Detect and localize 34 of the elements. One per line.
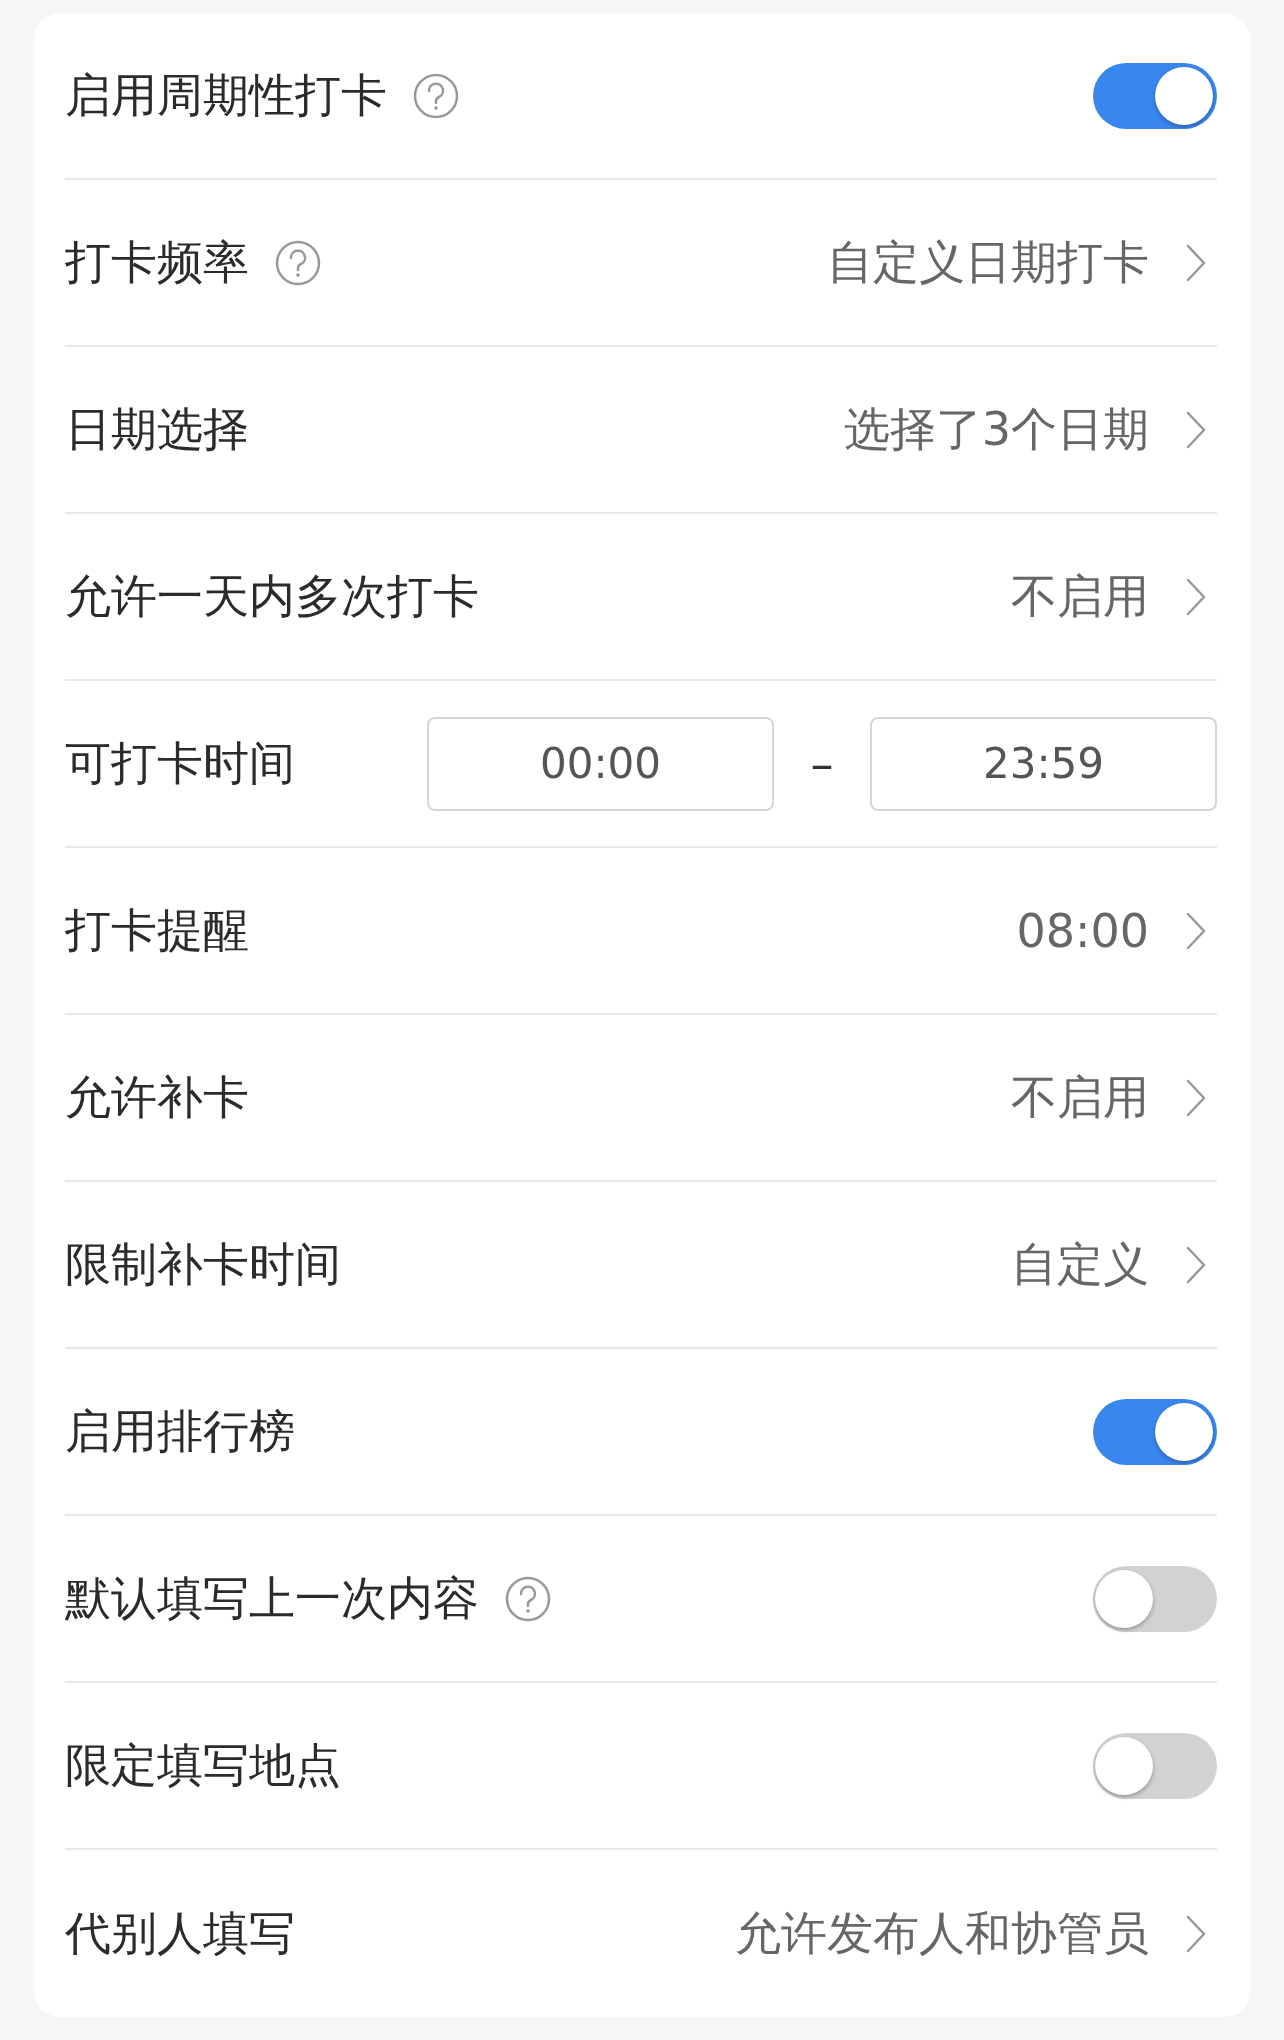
setting-label: 限制补卡时间: [65, 1235, 341, 1293]
help-icon[interactable]: [505, 1575, 551, 1622]
setting-value[interactable]: 自定义日期打卡: [827, 231, 1149, 294]
setting-label: 默认填写上一次内容: [65, 1569, 479, 1627]
time-field[interactable]: 00:00: [427, 716, 774, 811]
setting-value[interactable]: 自定义: [1011, 1233, 1149, 1296]
setting-label: 启用周期性打卡: [65, 66, 387, 124]
setting-label: 代别人填写: [65, 1904, 295, 1962]
setting-label: 允许补卡: [65, 1068, 249, 1126]
help-icon[interactable]: [275, 239, 321, 286]
setting-label: 打卡提醒: [65, 901, 249, 959]
chevron-right-icon: [1185, 409, 1207, 450]
setting-label: 限定填写地点: [65, 1736, 341, 1794]
setting-label: 打卡频率: [65, 233, 249, 291]
time-field[interactable]: 23:59: [870, 716, 1217, 811]
help-icon[interactable]: [413, 72, 459, 119]
setting-value[interactable]: 允许发布人和协管员: [735, 1902, 1149, 1965]
chevron-right-icon: [1185, 576, 1207, 617]
range-separator: –: [809, 736, 835, 791]
setting-value[interactable]: 08:00: [1016, 903, 1149, 958]
chevron-right-icon: [1185, 1913, 1207, 1954]
setting-label: 日期选择: [65, 400, 249, 458]
chevron-right-icon: [1185, 242, 1207, 283]
setting-value[interactable]: 不启用: [1011, 565, 1149, 628]
chevron-right-icon: [1185, 1077, 1207, 1118]
toggle-switch[interactable]: [1093, 1732, 1217, 1799]
chevron-right-icon: [1185, 910, 1207, 951]
setting-value[interactable]: 选择了3个日期: [843, 398, 1149, 461]
chevron-right-icon: [1185, 1244, 1207, 1285]
setting-label: 启用排行榜: [65, 1402, 295, 1460]
setting-label: 可打卡时间: [65, 734, 295, 792]
toggle-switch[interactable]: [1093, 1565, 1217, 1632]
setting-value[interactable]: 不启用: [1011, 1066, 1149, 1129]
setting-label: 允许一天内多次打卡: [65, 567, 479, 625]
